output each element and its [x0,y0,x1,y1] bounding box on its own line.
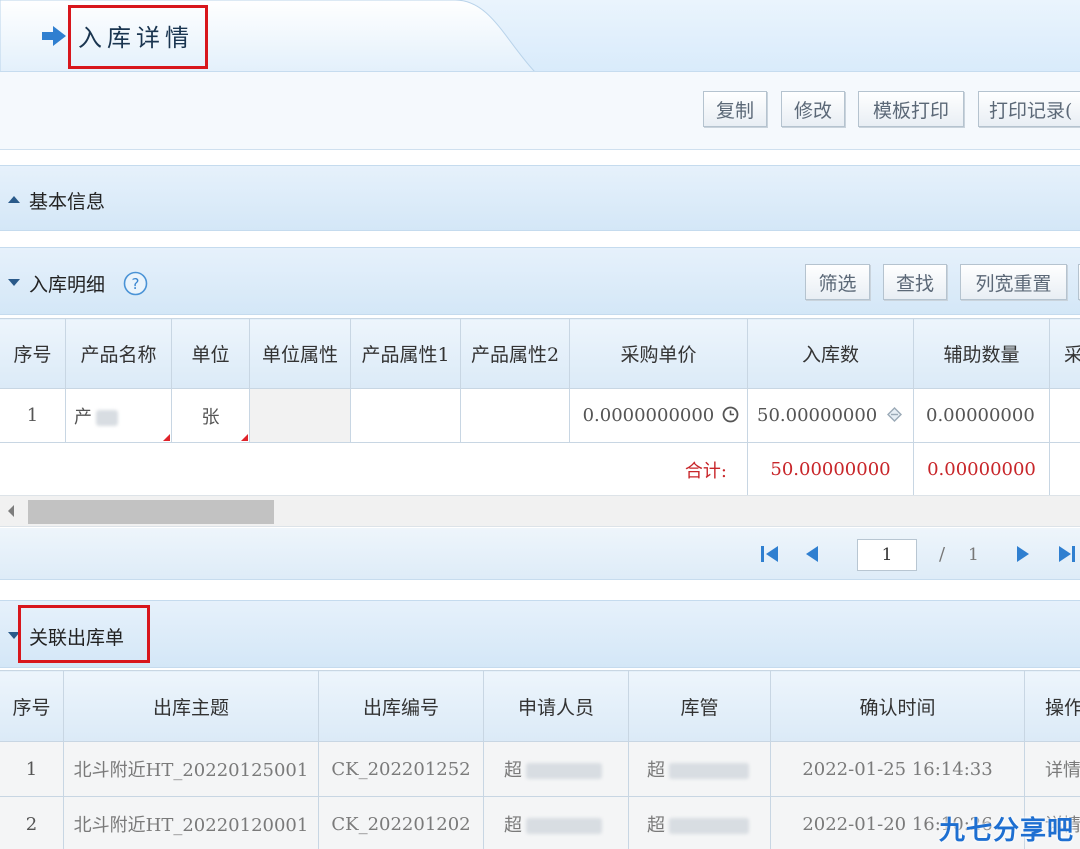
total-aux: 0.00000000 [913,442,1050,497]
clock-icon[interactable] [722,406,739,423]
svg-text:?: ? [132,275,140,293]
col-header[interactable]: 序号 [0,318,66,389]
table-row[interactable]: 1 北斗附近HT_20220125001 CK_202201252 超 超 20… [0,741,1080,797]
col-header[interactable]: 入库数 [747,318,914,389]
table-row[interactable]: 1 产 张 0.0000000000 50.00000000 0.0000000… [0,388,1080,443]
unit-attr-cell [249,388,351,443]
detail-title: 入库明细 [29,274,106,296]
col-header[interactable]: 操作 [1024,670,1080,742]
applicant-name: 超 [504,760,522,781]
total-label: 合计: [0,442,748,497]
col-header[interactable]: 出库编号 [318,670,484,742]
product-name: 产 [74,407,92,428]
pagination-bar: / 1 [0,528,1080,580]
redacted-text [526,763,602,779]
outbound-table: 序号 出库主题 出库编号 申请人员 库管 确认时间 操作 1 北斗附近HT_20… [0,670,1080,849]
redacted-text [96,410,118,426]
watermark-logo: 九七分享吧 [938,816,1074,846]
time-cell: 2022-01-25 16:14:33 [770,741,1025,797]
swap-icon[interactable] [886,406,903,423]
price-value: 0.0000000000 [582,405,715,426]
basic-info-section[interactable]: 基本信息 [0,165,1080,231]
unit-cell[interactable]: 张 [171,388,250,443]
total-qty: 50.00000000 [747,442,914,497]
page-header: 入库详情 [0,0,1080,72]
keeper-name: 超 [647,760,665,781]
prev-page-icon[interactable] [804,545,820,563]
next-page-icon[interactable] [1015,545,1031,563]
toolbar: 复制 修改 模板打印 打印记录( [0,72,1080,150]
template-print-button[interactable]: 模板打印 [858,91,964,127]
col-header[interactable]: 辅助数量 [913,318,1050,389]
col-header[interactable]: 采 [1049,318,1080,389]
last-page-icon[interactable] [1057,545,1077,563]
page-number-input[interactable] [857,539,917,571]
col-header[interactable]: 库管 [628,670,771,742]
aux-qty-cell: 0.00000000 [913,388,1050,443]
page-title: 入库详情 [78,24,194,52]
col-header[interactable]: 单位 [171,318,250,389]
detail-header-row: 序号 产品名称 单位 单位属性 产品属性1 产品属性2 采购单价 入库数 辅助数… [0,318,1080,389]
detail-section: 入库明细 ? 筛选 查找 列宽重置 [0,247,1080,315]
scrollbar-thumb[interactable] [28,500,274,524]
table-row[interactable]: 2 北斗附近HT_20220120001 CK_202201202 超 超 20… [0,796,1080,849]
detail-link[interactable]: 详情 [1024,741,1080,797]
outbound-header-row: 序号 出库主题 出库编号 申请人员 库管 确认时间 操作 [0,670,1080,742]
price-cell[interactable]: 0.0000000000 [569,388,748,443]
qty-cell[interactable]: 50.00000000 [747,388,914,443]
applicant-cell: 超 [483,796,629,849]
total-pages: 1 [968,545,979,565]
code-cell: CK_202201202 [318,796,484,849]
keeper-name: 超 [647,815,665,836]
cut-cell [1049,388,1080,443]
total-row: 合计: 50.00000000 0.00000000 [0,442,1080,497]
filter-button[interactable]: 筛选 [805,264,870,300]
help-icon[interactable]: ? [123,271,148,296]
collapse-down-icon[interactable] [8,279,20,286]
row-index: 1 [0,741,64,797]
redacted-text [526,818,602,834]
row-index: 2 [0,796,64,849]
col-header[interactable]: 出库主题 [63,670,319,742]
qty-value: 50.00000000 [757,405,878,426]
reset-width-button[interactable]: 列宽重置 [960,264,1067,300]
applicant-name: 超 [504,815,522,836]
col-header[interactable]: 申请人员 [483,670,629,742]
page-separator: / [939,544,946,565]
search-button[interactable]: 查找 [883,264,947,300]
attr1-cell [350,388,461,443]
subject-cell: 北斗附近HT_20220120001 [63,796,319,849]
copy-button[interactable]: 复制 [703,91,767,127]
redacted-text [669,763,749,779]
applicant-cell: 超 [483,741,629,797]
print-log-button[interactable]: 打印记录( [978,91,1080,127]
col-header[interactable]: 产品名称 [65,318,172,389]
outbound-highlight-box [18,605,150,663]
keeper-cell: 超 [628,741,771,797]
first-page-icon[interactable] [760,545,780,563]
detail-table: 序号 产品名称 单位 单位属性 产品属性1 产品属性2 采购单价 入库数 辅助数… [0,318,1080,497]
attr2-cell [460,388,570,443]
col-header[interactable]: 序号 [0,670,64,742]
redacted-text [669,818,749,834]
keeper-cell: 超 [628,796,771,849]
collapse-up-icon [8,196,20,203]
col-header[interactable]: 产品属性1 [350,318,461,389]
col-header[interactable]: 确认时间 [770,670,1025,742]
col-header[interactable]: 产品属性2 [460,318,570,389]
row-index: 1 [0,388,66,443]
product-cell[interactable]: 产 [65,388,172,443]
outbound-section: 关联出库单 [0,600,1080,668]
basic-info-title: 基本信息 [29,191,106,213]
edit-button[interactable]: 修改 [781,91,845,127]
horizontal-scrollbar[interactable] [0,495,1080,527]
col-header[interactable]: 单位属性 [249,318,351,389]
arrow-right-icon [42,26,66,46]
col-header[interactable]: 采购单价 [569,318,748,389]
code-cell: CK_202201252 [318,741,484,797]
scroll-left-icon[interactable] [8,505,14,517]
cut-cell [1049,442,1080,497]
subject-cell: 北斗附近HT_20220125001 [63,741,319,797]
